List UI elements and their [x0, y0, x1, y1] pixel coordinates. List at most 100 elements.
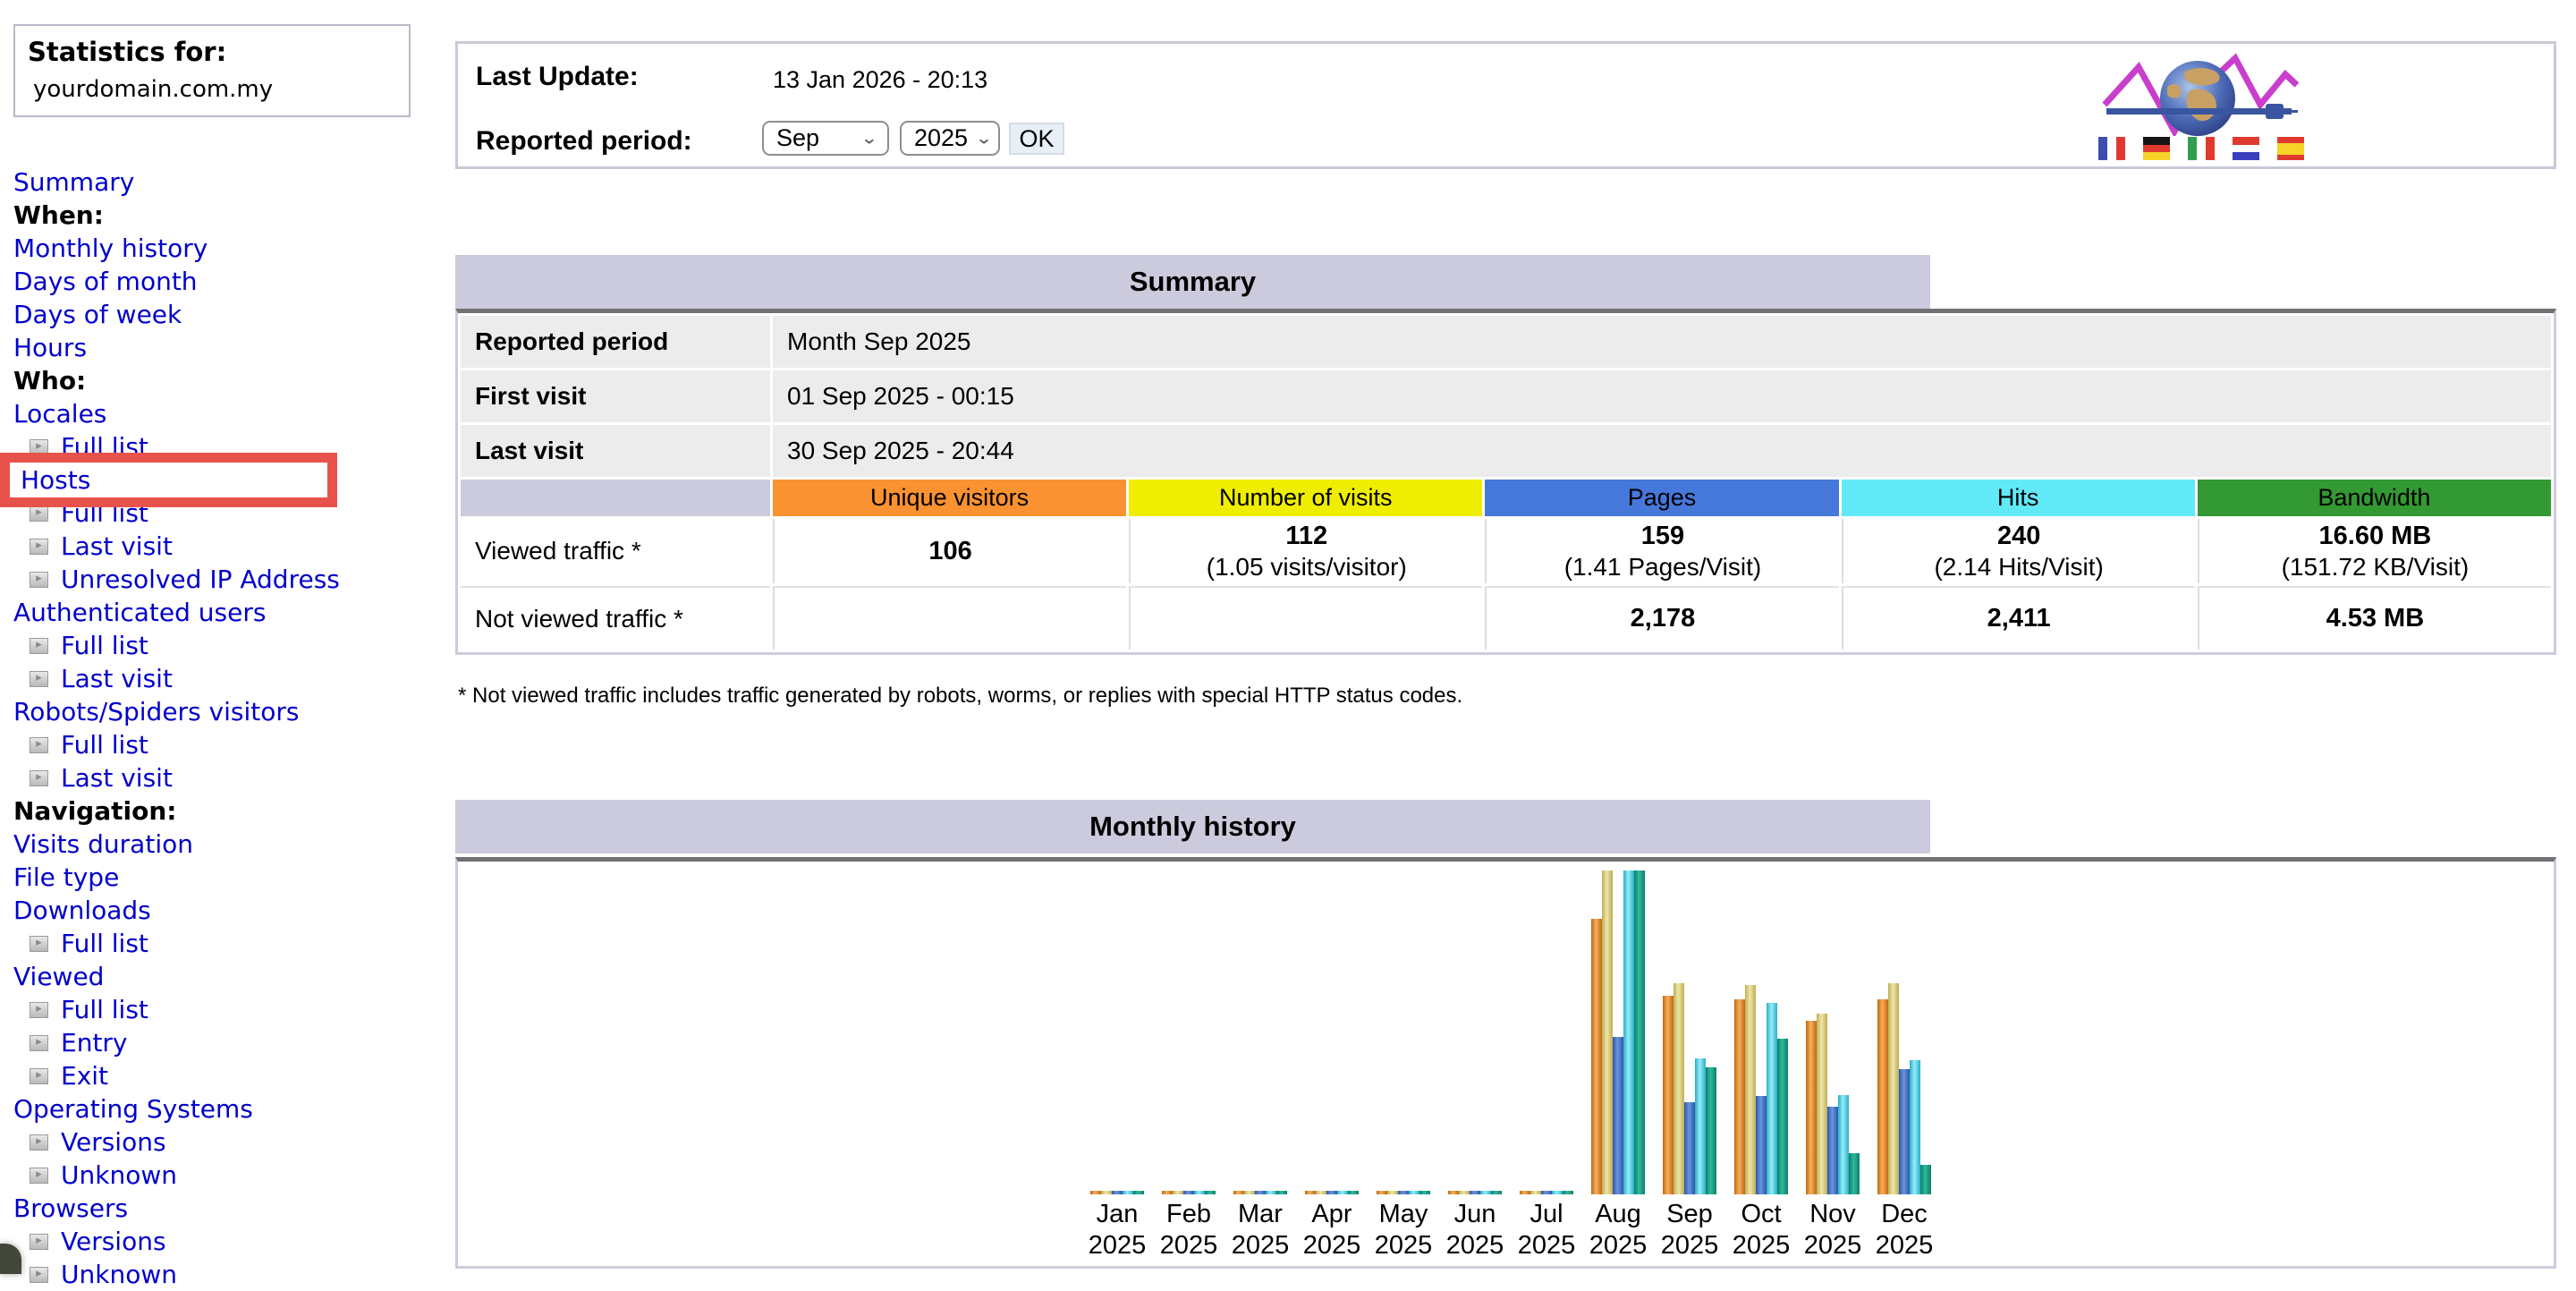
sidebar-item-unknown[interactable]: Unknown — [61, 1260, 177, 1289]
bullet-icon: ▸ — [30, 769, 48, 786]
sidebar-row: ▸ Unknown — [13, 1159, 434, 1192]
sidebar-row: Authenticated users — [13, 596, 434, 629]
x-label-dec-2025: Dec 2025 — [1855, 1199, 1953, 1261]
sidebar-item-hosts[interactable]: Hosts — [21, 465, 90, 495]
germany-flag[interactable] — [2143, 137, 2170, 160]
cell-main-value: 112 — [1285, 522, 1328, 550]
sidebar-row: ▸ Full list — [13, 629, 434, 662]
summary-table: Reported period Month Sep 2025 First visit… — [455, 309, 2556, 655]
flag-stripe — [2233, 152, 2259, 160]
bar-number-of-visits — [1817, 1014, 1827, 1194]
chevron-down-icon: ⌄ — [975, 128, 994, 149]
cell-main-value: 16.60 MB — [2318, 522, 2432, 550]
bar-hits — [1123, 1191, 1133, 1194]
bar-unique-visitors — [1162, 1191, 1173, 1194]
bar-number-of-visits — [1530, 1191, 1541, 1194]
sidebar-row: ▸ Unknown — [13, 1258, 434, 1291]
bar-hits — [1266, 1191, 1276, 1194]
sidebar-row: ▸ Versions — [13, 1225, 434, 1258]
sidebar-item-exit[interactable]: Exit — [61, 1061, 108, 1091]
bullet-icon: ▸ — [30, 1001, 48, 1018]
bar-hits — [1194, 1191, 1205, 1194]
sidebar-item-full-list[interactable]: Full list — [61, 995, 148, 1024]
bullet-icon: ▸ — [30, 1034, 48, 1051]
bar-number-of-visits — [1459, 1191, 1470, 1194]
sidebar-item-unknown[interactable]: Unknown — [61, 1160, 177, 1190]
sidebar-item-versions[interactable]: Versions — [61, 1227, 166, 1256]
spain-flag[interactable] — [2277, 137, 2304, 160]
summary-info-label: First visit — [461, 370, 770, 422]
sidebar-row: Operating Systems — [13, 1092, 434, 1125]
sidebar-row: Visits duration — [13, 828, 434, 861]
bar-bandwidth-mb — [1706, 1067, 1716, 1194]
bar-group-nov-2025 — [1806, 862, 1860, 1194]
viewed-traffic-cell: 16.60 MB (151.72 KB/Visit) — [2197, 519, 2551, 583]
flag-stripe — [2206, 137, 2215, 160]
not-viewed-traffic-cell: 2,178 — [1485, 586, 1839, 650]
bar-bandwidth-mb — [1849, 1153, 1860, 1194]
sidebar-item-browsers[interactable]: Browsers — [13, 1193, 128, 1223]
sidebar-row: Downloads — [13, 894, 434, 927]
sidebar-item-operating-systems[interactable]: Operating Systems — [13, 1094, 253, 1124]
sidebar-item-monthly-history[interactable]: Monthly history — [13, 234, 208, 263]
bar-pages — [1470, 1191, 1480, 1194]
sidebar-item-file-type[interactable]: File type — [13, 862, 119, 892]
sidebar-row: Hours — [13, 331, 434, 364]
bar-group-jan-2025 — [1090, 862, 1144, 1194]
sidebar-item-days-of-month[interactable]: Days of month — [13, 267, 198, 296]
bullet-icon: ▸ — [30, 1266, 48, 1283]
italy-flag[interactable] — [2188, 137, 2215, 160]
sidebar-item-full-list[interactable]: Full list — [61, 730, 148, 760]
sidebar-row: ▸ Last visit — [13, 530, 434, 563]
sidebar-item-authenticated-users[interactable]: Authenticated users — [13, 598, 266, 627]
sidebar-item-full-list[interactable]: Full list — [61, 631, 148, 660]
bar-pages — [1326, 1191, 1337, 1194]
bar-group-jul-2025 — [1520, 862, 1573, 1194]
summary-metric-header-row: Unique visitors Number of visits Pages Hits… — [461, 480, 2551, 516]
monthly-history-title: Monthly history — [455, 800, 1930, 854]
bar-number-of-visits — [1244, 1191, 1255, 1194]
sidebar-row: Viewed — [13, 960, 434, 993]
year-select[interactable]: 2025 ⌄ — [900, 121, 1000, 156]
sidebar-row: ▸ Full list — [13, 927, 434, 960]
flag-stripe — [2143, 152, 2170, 160]
bar-unique-visitors — [1591, 919, 1602, 1194]
bullet-icon: ▸ — [30, 571, 48, 588]
netherlands-flag[interactable] — [2233, 137, 2259, 160]
bar-unique-visitors — [1377, 1191, 1387, 1194]
bar-hits — [1409, 1191, 1419, 1194]
sidebar-item-last-visit[interactable]: Last visit — [61, 531, 173, 561]
sidebar-item-versions[interactable]: Versions — [61, 1127, 166, 1157]
sidebar-item-robots-spiders-visitors[interactable]: Robots/Spiders visitors — [13, 697, 299, 726]
ok-button[interactable]: OK — [1009, 123, 1064, 155]
sidebar-item-hours[interactable]: Hours — [13, 333, 87, 362]
summary-header-empty-cell — [461, 480, 770, 516]
bar-group-sep-2025 — [1663, 862, 1716, 1194]
bullet-icon: ▸ — [30, 637, 48, 654]
bar-number-of-visits — [1316, 1191, 1326, 1194]
bar-bandwidth-mb — [1634, 871, 1645, 1194]
sidebar-row: When: — [13, 199, 434, 232]
sidebar-item-unresolved-ip-address[interactable]: Unresolved IP Address — [61, 565, 340, 594]
sidebar-item-viewed[interactable]: Viewed — [13, 962, 104, 991]
viewed-traffic-label: Viewed traffic * — [461, 519, 770, 583]
sidebar-item-full-list[interactable]: Full list — [61, 929, 148, 958]
viewed-traffic-cell: 159 (1.41 Pages/Visit) — [1485, 519, 1839, 583]
france-flag[interactable] — [2098, 137, 2125, 160]
bar-pages — [1183, 1191, 1194, 1194]
sidebar-item-downloads[interactable]: Downloads — [13, 896, 151, 925]
bullet-icon: ▸ — [30, 1067, 48, 1084]
bar-pages — [1613, 1037, 1623, 1194]
sidebar-item-days-of-week[interactable]: Days of week — [13, 300, 182, 329]
sidebar-item-locales[interactable]: Locales — [13, 399, 106, 429]
year-select-value: 2025 — [914, 124, 969, 151]
sidebar-item-last-visit[interactable]: Last visit — [61, 763, 173, 793]
sidebar-item-visits-duration[interactable]: Visits duration — [13, 829, 193, 859]
sidebar-item-entry[interactable]: Entry — [61, 1028, 128, 1057]
sidebar-item-summary[interactable]: Summary — [13, 167, 134, 197]
sidebar-row: ▸ Exit — [13, 1059, 434, 1092]
bar-group-mar-2025 — [1233, 862, 1287, 1194]
sidebar-item-last-visit[interactable]: Last visit — [61, 664, 173, 693]
summary-info-value: Month Sep 2025 — [773, 316, 2551, 368]
month-select[interactable]: Sep ⌄ — [762, 121, 889, 156]
